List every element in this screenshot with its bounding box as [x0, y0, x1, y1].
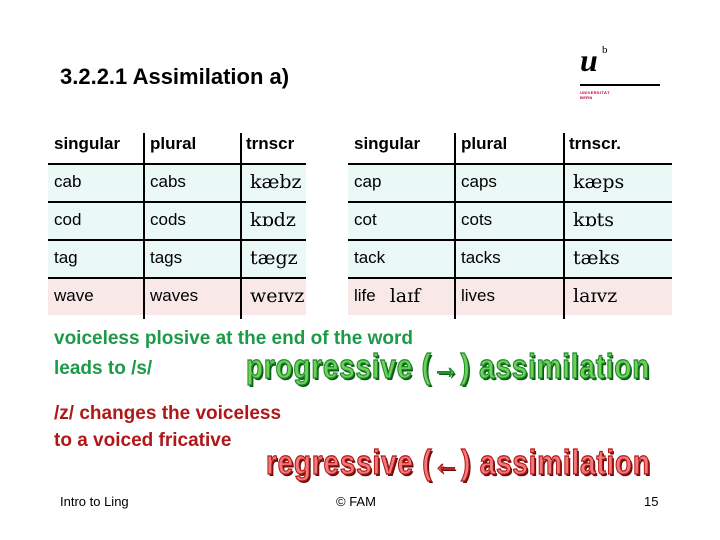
cell-transcription: kɒts: [573, 209, 615, 231]
cell-plural: cods: [150, 210, 186, 229]
voiceless-note-line2: leads to /s/: [54, 358, 153, 379]
table-rule: [48, 277, 306, 279]
cell-singular: wave: [54, 286, 94, 305]
logo-rule: [580, 84, 660, 86]
table-column-rule: [563, 133, 565, 319]
table-column-rule: [143, 133, 145, 319]
cell-plural: tags: [150, 248, 183, 267]
cell-singular: cot: [354, 210, 377, 229]
table-row: cot cots kɒts: [348, 201, 672, 239]
cell-singular-word: life: [354, 286, 376, 305]
table-column-rule: [454, 133, 456, 319]
cell-plural: waves: [150, 286, 199, 305]
logo-u: u: [580, 42, 598, 78]
cell-transcription: laɪvz: [573, 285, 618, 307]
cell-transcription: kæbz: [250, 171, 302, 193]
slide-title: 3.2.2.1 Assimilation a): [60, 64, 290, 89]
header-singular: singular: [54, 134, 121, 153]
header-plural: plural: [150, 134, 197, 153]
table-row: life laɪf lives laɪvz: [348, 277, 672, 315]
table-row: cod cods kɒdz: [48, 201, 306, 239]
cell-plural: caps: [461, 172, 497, 191]
university-logo: u b UNIVERSITÄT BERN: [578, 44, 662, 106]
logo-line2: BERN: [580, 95, 593, 100]
logo-text: UNIVERSITÄT BERN: [580, 90, 610, 100]
header-transcription: trnscr: [246, 134, 295, 153]
voiceless-note-line1: voiceless plosive at the end of the word: [54, 328, 413, 349]
footer-course: Intro to Ling: [60, 494, 129, 509]
table-row: tag tags tægz: [48, 239, 306, 277]
table-right: singular plural trnscr. cap caps kæps co…: [348, 125, 672, 319]
z-note-line2: to a voiced fricative: [54, 430, 232, 451]
table-row: cab cabs kæbz: [48, 163, 306, 201]
table-row: cap caps kæps: [348, 163, 672, 201]
header-singular: singular: [354, 134, 421, 153]
table-rule: [48, 201, 306, 203]
cell-singular: cap: [354, 172, 382, 191]
table-row: wave waves weɪvz: [48, 277, 306, 315]
table-header-row: singular plural trnscr: [48, 125, 306, 163]
regressive-assimilation-label: regressive (←) assimilation: [266, 443, 651, 482]
cell-transcription: kæps: [573, 171, 625, 193]
cell-plural: tacks: [461, 248, 501, 267]
table-rule: [348, 239, 672, 241]
table-row: tack tacks tæks: [348, 239, 672, 277]
cell-plural: cabs: [150, 172, 186, 191]
z-note-line1: /z/ changes the voiceless: [54, 403, 282, 424]
cell-singular: cab: [54, 172, 82, 191]
cell-singular: cod: [54, 210, 82, 229]
table-rule: [348, 277, 672, 279]
cell-transcription: weɪvz: [250, 285, 305, 307]
table-rule: [348, 201, 672, 203]
page-number: 15: [644, 494, 659, 509]
cell-transcription: tægz: [250, 247, 298, 269]
cell-singular: tack: [354, 248, 386, 267]
table-header-row: singular plural trnscr.: [348, 125, 672, 163]
table-rule: [48, 163, 306, 165]
logo-b: b: [602, 44, 608, 56]
cell-singular-ipa: laɪf: [389, 285, 421, 307]
cell-transcription: tæks: [573, 247, 620, 269]
table-column-rule: [240, 133, 242, 319]
table-rule: [348, 163, 672, 165]
cell-plural: lives: [461, 286, 496, 305]
table-left: singular plural trnscr cab cabs kæbz cod…: [48, 125, 306, 319]
cell-singular: life laɪf: [348, 277, 455, 315]
footer-copyright: © FAM: [336, 494, 376, 509]
header-transcription: trnscr.: [569, 134, 621, 153]
header-plural: plural: [461, 134, 508, 153]
cell-singular: tag: [54, 248, 78, 267]
table-rule: [48, 239, 306, 241]
progressive-assimilation-label: progressive (→) assimilation: [246, 347, 651, 386]
cell-transcription: kɒdz: [250, 209, 296, 231]
cell-plural: cots: [461, 210, 493, 229]
